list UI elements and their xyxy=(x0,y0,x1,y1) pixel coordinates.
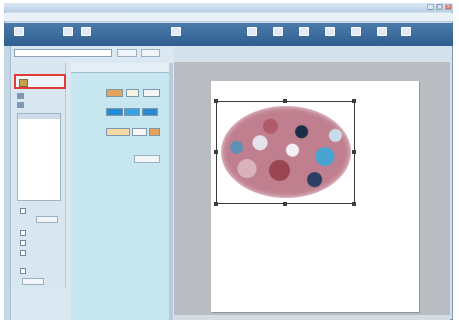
tool-icon xyxy=(81,27,91,36)
option-row[interactable] xyxy=(20,230,28,237)
ribbon-button-11[interactable] xyxy=(398,25,412,44)
tool-icon xyxy=(171,27,181,36)
side-tab-strip[interactable] xyxy=(4,46,11,320)
resize-handle-e[interactable] xyxy=(352,150,356,154)
ribbon-button-8[interactable] xyxy=(322,25,336,44)
frame-tool-icon xyxy=(19,79,28,87)
pane-splitter[interactable] xyxy=(169,63,173,320)
tool-icon xyxy=(273,27,283,36)
checkbox[interactable] xyxy=(20,250,26,256)
tool-item[interactable] xyxy=(17,101,61,109)
resize-handle-ne[interactable] xyxy=(352,99,356,103)
tool-icon xyxy=(351,27,361,36)
color-swatch[interactable] xyxy=(142,108,158,116)
option-button[interactable] xyxy=(36,216,58,223)
line-width-swatch[interactable] xyxy=(132,128,147,136)
ribbon-button-3[interactable] xyxy=(78,25,92,44)
resize-handle-nw[interactable] xyxy=(214,99,218,103)
title-bar xyxy=(4,3,453,12)
resize-handle-n[interactable] xyxy=(283,99,287,103)
minimize-button[interactable]: _ xyxy=(427,4,434,10)
option-row[interactable] xyxy=(20,240,28,247)
line-color-swatch[interactable] xyxy=(149,128,160,136)
horizontal-scrollbar[interactable] xyxy=(174,315,450,320)
layer-list[interactable] xyxy=(17,113,61,201)
option-button[interactable] xyxy=(22,278,44,285)
properties-tabs xyxy=(71,63,169,73)
tool-icon xyxy=(299,27,309,36)
image-icon xyxy=(17,102,24,108)
tool-icon xyxy=(401,27,411,36)
ribbon-button-open[interactable] xyxy=(60,25,74,44)
tool-icon xyxy=(325,27,335,36)
ribbon-button-new[interactable] xyxy=(11,25,25,44)
tool-icon xyxy=(247,27,257,36)
checkbox[interactable] xyxy=(20,268,26,274)
maximize-button[interactable]: □ xyxy=(436,4,443,10)
color-swatch[interactable] xyxy=(124,108,140,116)
combo-secondary-button[interactable] xyxy=(141,49,160,57)
resize-handle-s[interactable] xyxy=(283,202,287,206)
ribbon-button-4[interactable] xyxy=(168,25,182,44)
combo-action-button[interactable] xyxy=(117,49,137,57)
tool-item[interactable] xyxy=(17,92,61,100)
ribbon-button-10[interactable] xyxy=(374,25,388,44)
tool-icon xyxy=(377,27,387,36)
selection-box[interactable] xyxy=(216,101,355,204)
close-button[interactable]: × xyxy=(445,4,452,10)
checkbox[interactable] xyxy=(20,230,26,236)
layer-list-item[interactable] xyxy=(18,114,60,119)
properties-panel xyxy=(71,63,169,320)
apply-button[interactable] xyxy=(134,155,160,163)
resize-handle-w[interactable] xyxy=(214,150,218,154)
pattern-swatch[interactable] xyxy=(126,89,139,97)
ribbon-button-7[interactable] xyxy=(296,25,310,44)
line-style-swatch[interactable] xyxy=(106,128,130,136)
option-row[interactable] xyxy=(20,268,28,275)
selected-tool[interactable] xyxy=(14,74,66,89)
option-row[interactable] xyxy=(20,208,28,215)
ribbon-button-6[interactable] xyxy=(270,25,284,44)
ribbon-button-9[interactable] xyxy=(348,25,362,44)
resize-handle-se[interactable] xyxy=(352,202,356,206)
checkbox[interactable] xyxy=(20,208,26,214)
tool-icon xyxy=(17,93,24,99)
resize-handle-sw[interactable] xyxy=(214,202,218,206)
new-icon xyxy=(14,27,24,36)
checkbox[interactable] xyxy=(20,240,26,246)
color-swatch[interactable] xyxy=(106,108,123,116)
template-combo[interactable] xyxy=(14,49,112,57)
ribbon-button-5[interactable] xyxy=(244,25,258,44)
open-icon xyxy=(63,27,73,36)
menu-bar xyxy=(4,13,453,22)
fill-style-swatch[interactable] xyxy=(106,89,123,97)
fill-option-swatch[interactable] xyxy=(143,89,160,97)
option-row[interactable] xyxy=(20,250,28,257)
